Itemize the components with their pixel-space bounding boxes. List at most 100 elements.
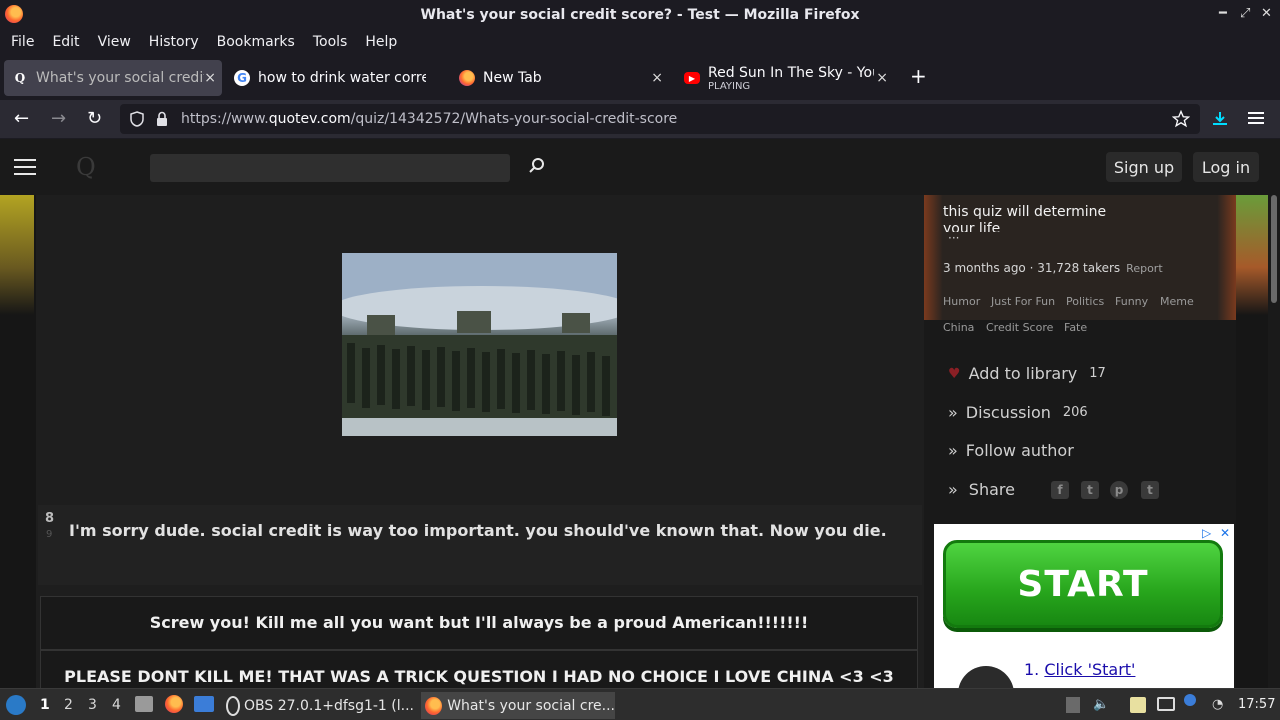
- discussion-label: Discussion: [965, 403, 1051, 422]
- tag-meme[interactable]: Meme: [1160, 295, 1194, 308]
- workspace-4[interactable]: 4: [112, 697, 121, 713]
- workspace-1[interactable]: 1: [40, 697, 50, 713]
- firefox-launcher-icon[interactable]: [165, 695, 183, 713]
- volume-icon[interactable]: 🔈: [1093, 697, 1109, 712]
- background-decoration: [0, 195, 34, 315]
- discussion-button[interactable]: » Discussion 206: [948, 403, 1088, 422]
- minimize-button[interactable]: ━: [1219, 6, 1227, 21]
- tray-app-icon[interactable]: [1066, 697, 1080, 713]
- task-obs[interactable]: OBS 27.0.1+dfsg1-1 (l...: [222, 692, 414, 719]
- quiz-meta: 3 months ago · 31,728 takers Report: [943, 261, 1163, 275]
- url-text[interactable]: https://www.quotev.com/quiz/14342572/Wha…: [181, 111, 677, 127]
- tab-close-icon[interactable]: ×: [204, 70, 216, 86]
- quotev-favicon-icon: Q: [14, 71, 26, 85]
- back-button[interactable]: ←: [14, 108, 29, 129]
- signup-button[interactable]: Sign up: [1106, 152, 1182, 182]
- reload-button[interactable]: ↻: [87, 108, 102, 129]
- clock: 17:57: [1238, 697, 1276, 712]
- scrollbar-thumb[interactable]: [1271, 195, 1277, 303]
- task-firefox[interactable]: What's your social cre...: [421, 692, 615, 719]
- library-count: 17: [1089, 366, 1106, 381]
- start-menu-icon[interactable]: [6, 695, 26, 715]
- shield-icon[interactable]: [130, 111, 144, 127]
- bookmark-star-icon[interactable]: [1172, 110, 1190, 128]
- advertisement[interactable]: ▷ ✕ START 1. Click 'Start': [934, 524, 1234, 688]
- add-to-library-button[interactable]: ♥ Add to library 17: [948, 364, 1106, 383]
- tab-close-icon[interactable]: ×: [876, 70, 888, 86]
- twitter-icon[interactable]: t: [1081, 481, 1099, 499]
- add-to-library-label: Add to library: [968, 364, 1078, 383]
- network-icon[interactable]: ◔: [1212, 697, 1223, 712]
- tag-humor[interactable]: Humor: [943, 295, 980, 308]
- workspace-2[interactable]: 2: [64, 697, 73, 713]
- task-label: OBS 27.0.1+dfsg1-1 (l...: [244, 697, 414, 714]
- share-label: Share: [968, 480, 1015, 499]
- app-menu-icon[interactable]: [1248, 111, 1264, 125]
- ad-start-button[interactable]: START: [943, 540, 1223, 628]
- follow-author-label: Follow author: [965, 441, 1074, 460]
- tag-just-for-fun[interactable]: Just For Fun: [991, 295, 1055, 308]
- tag-politics[interactable]: Politics: [1066, 295, 1104, 308]
- share-label-row: » Share: [948, 480, 1015, 499]
- search-icon[interactable]: [528, 157, 546, 175]
- maximize-button[interactable]: ⤢: [1240, 6, 1250, 21]
- quotev-logo[interactable]: Q: [76, 153, 96, 181]
- ad-step-icon: [958, 666, 1014, 688]
- tab-close-icon[interactable]: ×: [651, 70, 663, 86]
- file-manager-icon[interactable]: [135, 696, 153, 712]
- new-tab-button[interactable]: +: [910, 64, 927, 88]
- workspace-3[interactable]: 3: [88, 697, 97, 713]
- tab-newtab[interactable]: New Tab ×: [451, 60, 669, 96]
- chevron-right-icon: »: [948, 480, 958, 499]
- youtube-favicon-icon: ▶: [684, 72, 700, 84]
- menu-bookmarks[interactable]: Bookmarks: [210, 34, 302, 50]
- lock-icon[interactable]: [156, 111, 168, 127]
- url-bar[interactable]: https://www.quotev.com/quiz/14342572/Wha…: [120, 104, 1200, 134]
- menu-view[interactable]: View: [91, 34, 138, 50]
- answer-option[interactable]: PLEASE DONT KILL ME! THAT WAS A TRICK QU…: [40, 650, 918, 688]
- facebook-icon[interactable]: f: [1051, 481, 1069, 499]
- notification-icon[interactable]: [1184, 694, 1196, 706]
- close-ad-icon[interactable]: ✕: [1220, 526, 1230, 540]
- tag-funny[interactable]: Funny: [1115, 295, 1148, 308]
- vote-up-count[interactable]: 8: [45, 511, 54, 526]
- tab-quiz[interactable]: Q What's your social credit score? - Tes…: [4, 60, 222, 96]
- discussion-count: 206: [1062, 405, 1088, 420]
- hamburger-menu-icon[interactable]: [14, 159, 36, 175]
- site-search-input[interactable]: [150, 154, 510, 182]
- quiz-meta-text: 3 months ago · 31,728 takers: [943, 261, 1121, 275]
- navigation-bar: ← → ↻ https://www.quotev.com/quiz/143425…: [0, 100, 1280, 138]
- menu-edit[interactable]: Edit: [45, 34, 86, 50]
- adchoices-icon[interactable]: ▷: [1202, 526, 1211, 540]
- clipboard-icon[interactable]: [1130, 697, 1146, 713]
- forward-button[interactable]: →: [51, 108, 66, 129]
- menu-history[interactable]: History: [142, 34, 206, 50]
- vote-down-count[interactable]: 9: [46, 529, 52, 540]
- obs-icon: [226, 695, 240, 716]
- tag-fate[interactable]: Fate: [1064, 321, 1087, 334]
- more-description-button[interactable]: ···: [948, 231, 959, 245]
- menu-file[interactable]: File: [4, 34, 41, 50]
- web-page: Q Sign up Log in 8 9 I'm sorry dude. soc…: [0, 139, 1280, 688]
- site-header: Q Sign up Log in: [0, 139, 1280, 195]
- terminal-icon[interactable]: [194, 696, 214, 712]
- tab-google[interactable]: G how to drink water correctly: [226, 60, 444, 96]
- close-window-button[interactable]: ✕: [1261, 6, 1272, 21]
- download-icon[interactable]: [1211, 110, 1229, 128]
- answer-option[interactable]: Screw you! Kill me all you want but I'll…: [40, 596, 918, 650]
- tag-credit-score[interactable]: Credit Score: [986, 321, 1053, 334]
- tumblr-icon[interactable]: t: [1141, 481, 1159, 499]
- menu-help[interactable]: Help: [358, 34, 404, 50]
- tab-youtube[interactable]: ▶ Red Sun In The Sky - YouTube PLAYING ×: [676, 60, 894, 96]
- display-icon[interactable]: [1157, 697, 1175, 711]
- tag-china[interactable]: China: [943, 321, 974, 334]
- login-button[interactable]: Log in: [1193, 152, 1259, 182]
- result-card: 8 9 I'm sorry dude. social credit is way…: [38, 505, 922, 585]
- menu-tools[interactable]: Tools: [306, 34, 355, 50]
- page-scrollbar[interactable]: [1268, 195, 1280, 688]
- report-link[interactable]: Report: [1126, 262, 1162, 275]
- ad-step-text[interactable]: 1. Click 'Start': [1024, 660, 1135, 679]
- follow-author-button[interactable]: » Follow author: [948, 441, 1074, 460]
- google-favicon-icon: G: [234, 70, 250, 86]
- pinterest-icon[interactable]: p: [1110, 481, 1128, 499]
